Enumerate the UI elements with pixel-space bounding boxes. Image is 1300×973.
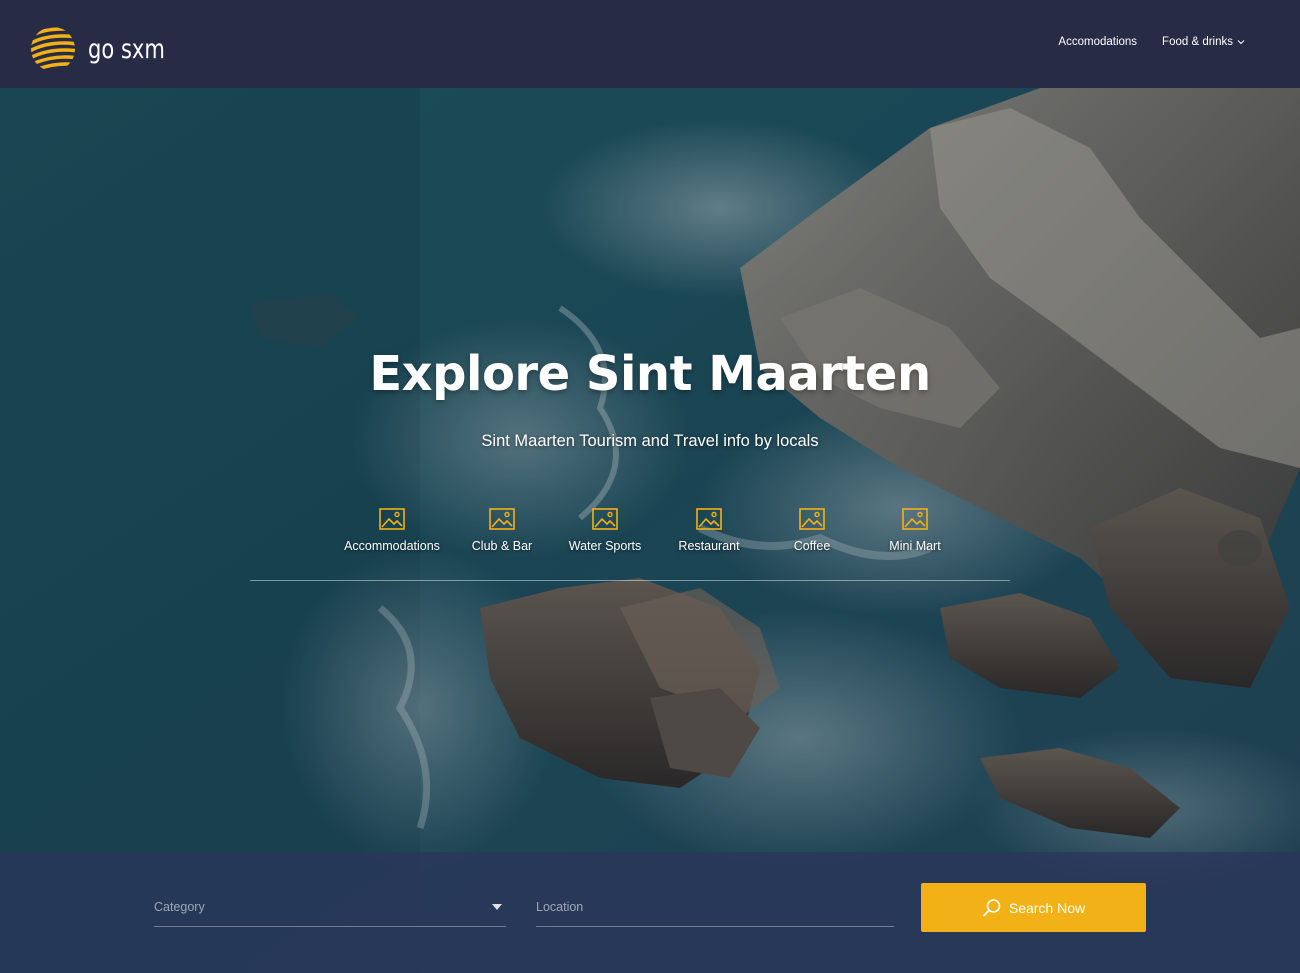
image-icon [489, 508, 515, 530]
location-field[interactable] [536, 894, 894, 927]
category-accommodations[interactable]: Accommodations [332, 508, 452, 553]
category-label: Water Sports [568, 539, 642, 553]
main-nav: Accomodations Food & drinks [1058, 36, 1245, 48]
image-icon [592, 508, 618, 530]
search-now-button[interactable]: Search Now [921, 883, 1146, 932]
category-water-sports[interactable]: Water Sports [545, 508, 665, 553]
category-label: Club & Bar [471, 539, 533, 553]
caret-down-icon[interactable] [492, 904, 502, 910]
nav-item-food-drinks[interactable]: Food & drinks [1162, 36, 1245, 48]
category-coffee[interactable]: Coffee [752, 508, 872, 553]
category-shortcuts: Accommodations Club & Bar Water Sports R… [250, 500, 1010, 581]
image-icon [902, 508, 928, 530]
category-label: Accommodations [344, 539, 440, 553]
category-restaurant[interactable]: Restaurant [649, 508, 769, 553]
location-input[interactable] [536, 894, 894, 914]
nav-item-label: Food & drinks [1162, 36, 1233, 48]
logo-sun-icon [31, 27, 75, 71]
image-icon [799, 508, 825, 530]
site-header: go sxm Accomodations Food & drinks [0, 0, 1300, 88]
image-icon [379, 508, 405, 530]
category-label: Restaurant [678, 539, 740, 553]
logo-text: go sxm [88, 33, 165, 65]
hero-subtitle: Sint Maarten Tourism and Travel info by … [481, 432, 819, 450]
category-club-bar[interactable]: Club & Bar [442, 508, 562, 553]
hero-title: Explore Sint Maarten [369, 346, 931, 402]
logo[interactable]: go sxm [30, 26, 187, 72]
nav-item-label: Accomodations [1058, 36, 1138, 48]
category-label: Coffee [793, 539, 831, 553]
hero-section: Explore Sint Maarten Sint Maarten Touris… [0, 88, 1300, 973]
search-icon [982, 898, 1001, 916]
category-select[interactable] [154, 894, 506, 927]
search-bar: Search Now [0, 852, 1300, 973]
category-mini-mart[interactable]: Mini Mart [855, 508, 975, 553]
image-icon [696, 508, 722, 530]
chevron-down-icon [1237, 40, 1245, 45]
search-button-label: Search Now [1008, 899, 1086, 916]
category-input[interactable] [154, 894, 506, 914]
category-label: Mini Mart [889, 539, 941, 553]
nav-item-accomodations[interactable]: Accomodations [1058, 36, 1137, 48]
